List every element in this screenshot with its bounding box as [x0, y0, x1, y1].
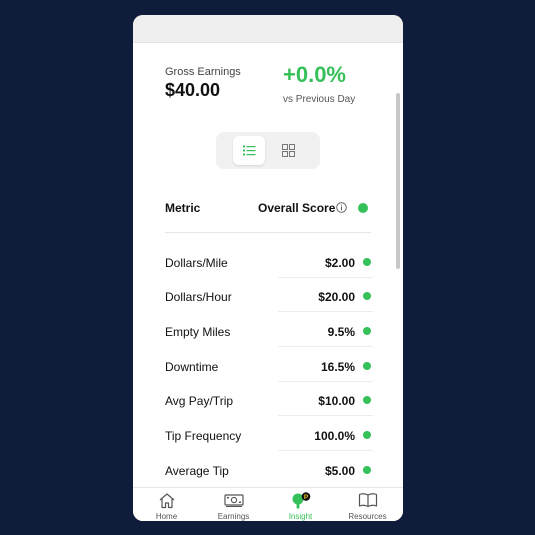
book-icon — [358, 493, 377, 508]
grid-icon — [281, 144, 295, 157]
list-view-button[interactable] — [233, 136, 265, 165]
header-divider — [165, 232, 371, 233]
metric-row: Average Tip $5.00 — [133, 452, 403, 486]
change-comparison-label: vs Previous Day — [283, 94, 356, 105]
metric-value: $10.00 — [318, 394, 355, 408]
nav-home[interactable]: Home — [133, 488, 200, 521]
money-icon — [223, 494, 244, 507]
status-dot — [363, 258, 371, 266]
home-icon — [159, 493, 174, 509]
metric-value: 9.5% — [327, 325, 355, 339]
view-toggle — [216, 132, 320, 169]
metric-row: Downtime 16.5% — [133, 348, 403, 382]
metric-column-header: Metric — [165, 201, 201, 215]
status-dot — [363, 396, 371, 404]
status-dot — [363, 292, 371, 300]
nav-earnings-label: Earnings — [217, 512, 250, 521]
metric-value: $2.00 — [324, 256, 355, 270]
svg-text:P: P — [303, 494, 308, 501]
metric-value: 16.5% — [320, 360, 355, 374]
change-percent: +0.0% — [283, 62, 346, 87]
row-divider — [278, 346, 373, 347]
nav-insight-label: Insight — [288, 512, 313, 521]
metric-label: Empty Miles — [165, 325, 231, 339]
metric-label: Average Tip — [165, 464, 229, 478]
metric-row: Empty Miles 9.5% — [133, 313, 403, 347]
status-dot — [363, 466, 371, 474]
metric-label: Dollars/Hour — [165, 290, 232, 304]
overall-score-header: Overall Score — [258, 201, 336, 215]
metric-row: Tip Frequency 100.0% — [133, 417, 403, 451]
gross-earnings-value: $40.00 — [165, 80, 221, 100]
status-dot — [363, 362, 371, 370]
gross-earnings-label: Gross Earnings — [165, 66, 241, 78]
info-icon[interactable] — [336, 202, 347, 213]
metric-row: Dollars/Hour $20.00 — [133, 278, 403, 312]
status-dot — [363, 431, 371, 439]
nav-resources[interactable]: Resources — [334, 488, 401, 521]
status-dot — [363, 327, 371, 335]
metric-row: Avg Pay/Trip $10.00 — [133, 382, 403, 416]
nav-resources-label: Resources — [348, 512, 387, 521]
metric-label: Avg Pay/Trip — [165, 394, 234, 408]
scrollbar-thumb[interactable] — [396, 93, 400, 269]
row-divider — [278, 311, 373, 312]
nav-home-label: Home — [155, 512, 178, 521]
row-divider — [278, 415, 373, 416]
row-divider — [278, 450, 373, 451]
lightbulb-icon: P — [292, 492, 310, 509]
nav-earnings[interactable]: Earnings — [200, 488, 267, 521]
metric-row: Dollars/Mile $2.00 — [133, 244, 403, 278]
app-window: Gross Earnings $40.00 +0.0% vs Previous … — [133, 15, 403, 521]
metric-label: Tip Frequency — [165, 429, 242, 443]
bottom-nav: Home Earnings P Insight Resources — [133, 487, 403, 521]
metric-value: $5.00 — [324, 464, 355, 478]
list-icon — [242, 145, 255, 156]
nav-insight[interactable]: P Insight — [267, 488, 334, 521]
grid-view-button[interactable] — [272, 136, 304, 165]
top-bar — [133, 15, 403, 43]
overall-status-dot — [358, 203, 368, 213]
metric-value: 100.0% — [314, 429, 355, 443]
metric-label: Downtime — [165, 360, 219, 374]
metric-value: $20.00 — [318, 290, 355, 304]
metric-label: Dollars/Mile — [165, 256, 228, 270]
